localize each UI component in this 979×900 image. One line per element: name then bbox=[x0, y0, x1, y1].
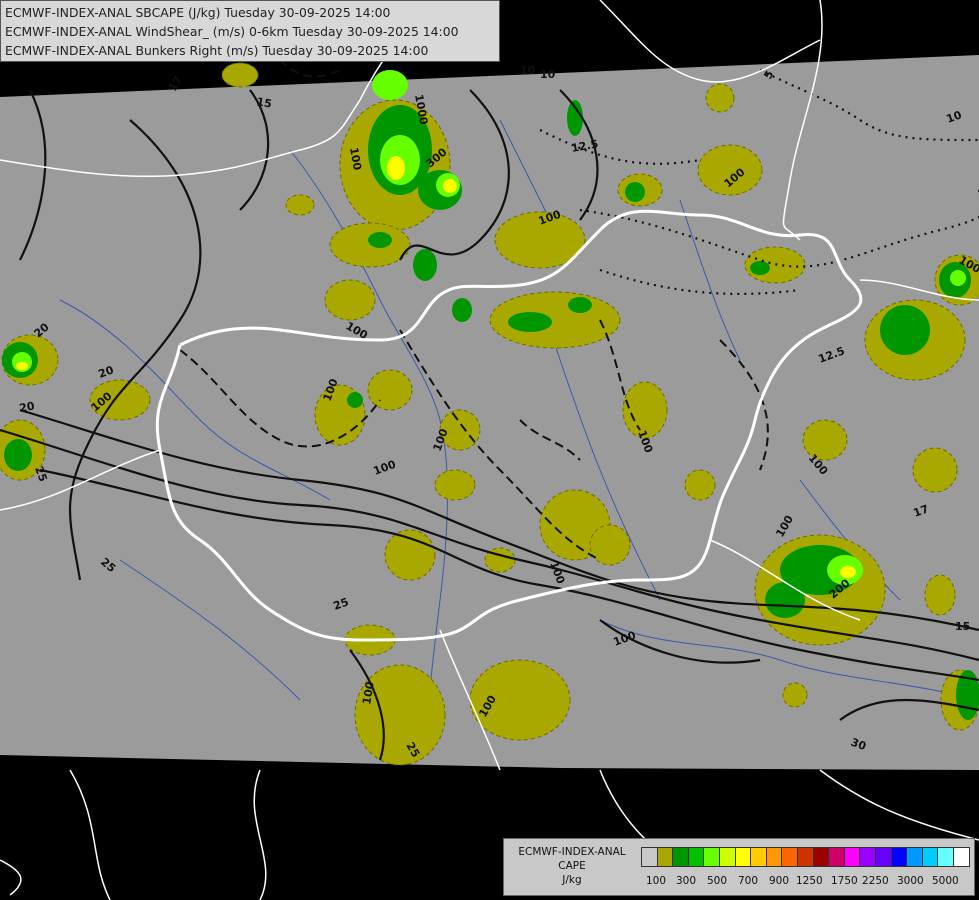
map-page: 17 15 10 5 10 12.5 100 1000 300 100 100 20 20 20 25 100… bbox=[0, 0, 979, 900]
model-domain bbox=[0, 55, 979, 770]
legend-swatch bbox=[953, 847, 970, 867]
legend-swatch bbox=[765, 847, 783, 867]
legend-swatch bbox=[859, 847, 876, 867]
legend-swatch bbox=[781, 847, 798, 867]
legend-swatch bbox=[906, 847, 923, 867]
legend-tick: 100 bbox=[646, 875, 667, 887]
legend-swatch bbox=[641, 847, 658, 867]
legend-swatch bbox=[656, 847, 674, 867]
legend-swatch bbox=[672, 847, 689, 867]
weather-map[interactable]: 171510 51012.5100100030010010020202025100… bbox=[0, 0, 979, 900]
map-header: ECMWF-INDEX-ANAL SBCAPE (J/kg) Tuesday 3… bbox=[0, 0, 500, 62]
cape-legend: ECMWF-INDEX-ANAL CAPE J/kg 100 300 500 700 9… bbox=[503, 838, 975, 896]
legend-swatch bbox=[797, 847, 814, 867]
legend-swatch bbox=[921, 847, 939, 867]
legend-tick: 900 bbox=[769, 875, 790, 887]
legend-swatch bbox=[734, 847, 752, 867]
legend-swatch bbox=[843, 847, 861, 867]
legend-swatch bbox=[875, 847, 892, 867]
legend-tick: 1750 bbox=[831, 875, 858, 887]
legend-tick: 2250 bbox=[862, 875, 889, 887]
legend-tick: 700 bbox=[738, 875, 759, 887]
legend-swatch bbox=[828, 847, 845, 867]
contour-label: 20 bbox=[18, 399, 36, 415]
header-bunkers: ECMWF-INDEX-ANAL Bunkers Right (m/s) Tue… bbox=[5, 43, 429, 58]
contour-label: 10 bbox=[540, 68, 556, 81]
legend-swatch bbox=[812, 847, 830, 867]
legend-title-field: CAPE bbox=[558, 860, 586, 872]
header-sbcape: ECMWF-INDEX-ANAL SBCAPE (J/kg) Tuesday 3… bbox=[5, 5, 391, 20]
contour-label: 10 bbox=[520, 64, 536, 77]
legend-swatch bbox=[719, 847, 736, 867]
legend-swatch bbox=[703, 847, 720, 867]
contour-label: 15 bbox=[255, 95, 272, 110]
legend-swatch bbox=[937, 847, 954, 867]
legend-title-model: ECMWF-INDEX-ANAL bbox=[518, 846, 626, 858]
legend-unit: J/kg bbox=[562, 874, 582, 886]
legend-tick: 500 bbox=[707, 875, 728, 887]
legend-tick: 5000 bbox=[932, 875, 959, 887]
header-windshear: ECMWF-INDEX-ANAL WindShear_ (m/s) 0-6km … bbox=[5, 24, 459, 39]
legend-tick: 1250 bbox=[796, 875, 823, 887]
legend-swatch bbox=[750, 847, 767, 867]
legend-tick: 3000 bbox=[897, 875, 924, 887]
legend-tick: 300 bbox=[676, 875, 697, 887]
contour-label: 15 bbox=[955, 620, 970, 633]
legend-title: ECMWF-INDEX-ANAL CAPE J/kg bbox=[508, 845, 636, 887]
legend-swatch bbox=[890, 847, 908, 867]
legend-swatch bbox=[687, 847, 705, 867]
